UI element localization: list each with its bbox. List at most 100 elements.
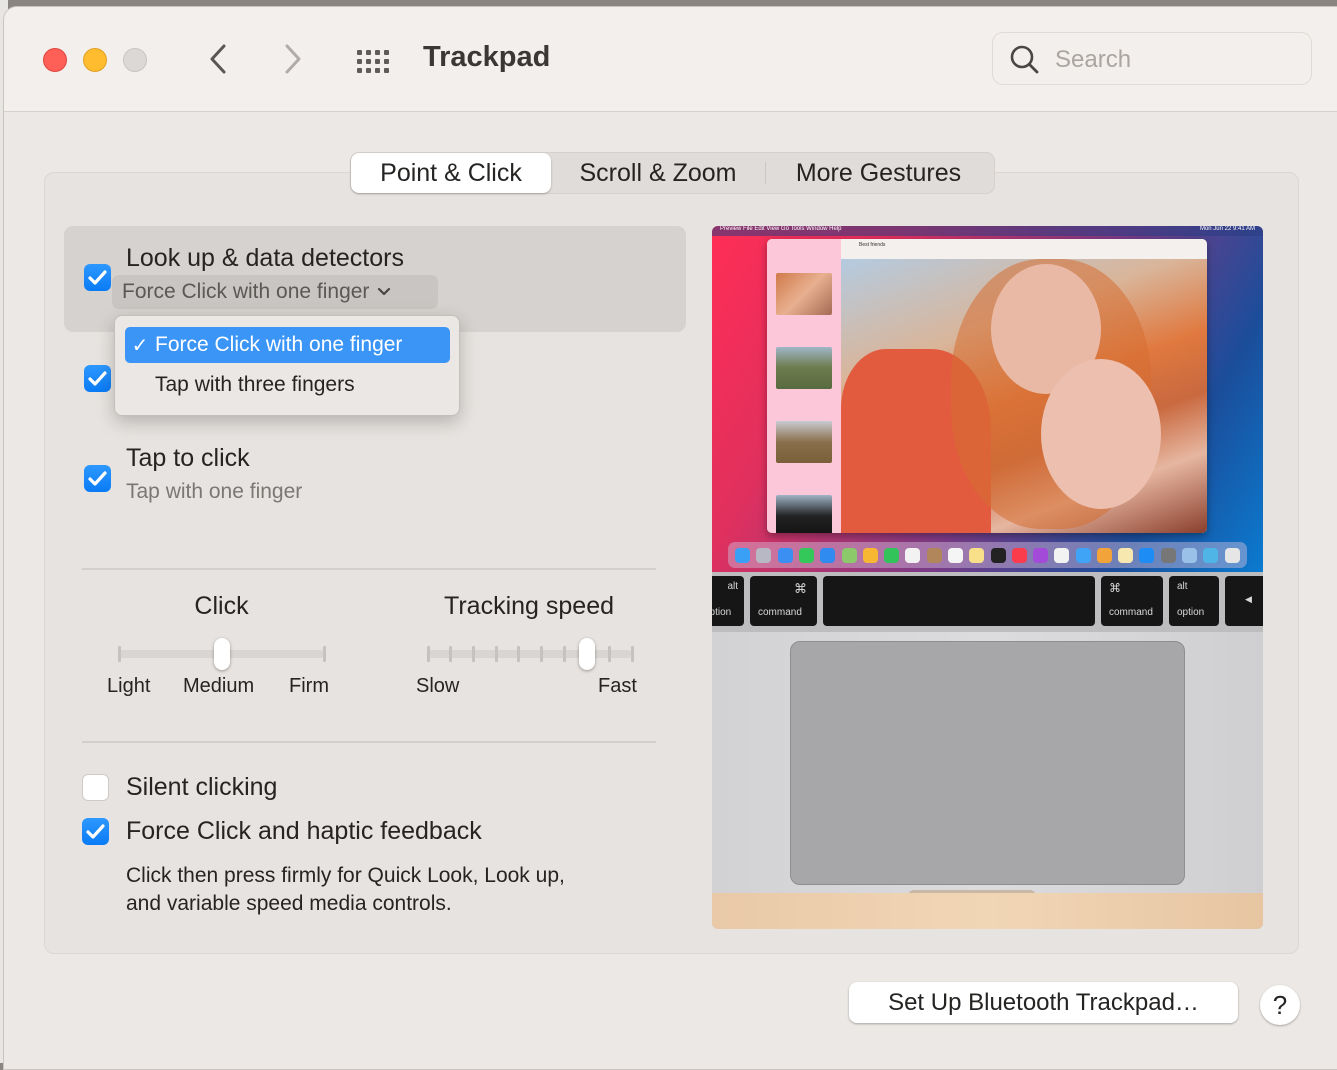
search-input[interactable] [1053, 42, 1297, 78]
preview-menubar: Preview File Edit View Go Tools Window H… [712, 226, 1263, 236]
tracking-label-slow: Slow [416, 675, 460, 697]
setup-bluetooth-trackpad-button[interactable]: Set Up Bluetooth Trackpad… [849, 982, 1238, 1023]
force-click-description: Click then press firmly for Quick Look, … [126, 862, 646, 918]
chevron-left-icon [210, 44, 226, 74]
title-bar: Trackpad [4, 7, 1337, 112]
preview-trackpad [790, 641, 1185, 885]
dock-app-icon [1033, 547, 1049, 563]
secondary-click-checkbox[interactable] [84, 365, 111, 392]
preview-app-window: Best friends [767, 239, 1207, 533]
preview-app-sidebar [767, 239, 841, 533]
slider-tick [562, 646, 566, 662]
tracking-label-fast: Fast [598, 675, 637, 697]
key-label: ◀ [1245, 594, 1252, 604]
tab-more-gestures[interactable]: More Gestures [766, 153, 991, 193]
window-title: Trackpad [423, 41, 551, 73]
description-line: and variable speed media controls. [126, 892, 452, 915]
dock-app-icon [1203, 547, 1219, 563]
key-label: command [758, 607, 802, 618]
thumbnail [776, 421, 832, 463]
menu-item-label: Force Click with one finger [155, 333, 403, 356]
preview-dock [728, 542, 1247, 568]
search-field[interactable] [992, 32, 1312, 85]
tracking-slider-title: Tracking speed [444, 592, 614, 620]
slider-tick [517, 646, 521, 662]
key-option-right: alt option [1169, 576, 1219, 626]
click-slider-title: Click [194, 592, 249, 620]
dock-app-icon [990, 547, 1006, 563]
grid-icon [357, 50, 389, 73]
dock-app-icon [926, 547, 942, 563]
popup-value: Force Click with one finger [122, 280, 370, 303]
description-line: Click then press firmly for Quick Look, … [126, 864, 565, 887]
dock-app-icon [969, 547, 985, 563]
preview-keyboard: alt option ⌘ command ⌘ command alt optio… [712, 572, 1263, 632]
dock-app-icon [1096, 547, 1112, 563]
dock-app-icon [905, 547, 921, 563]
dock-app-icon [798, 547, 814, 563]
dock-app-icon [1075, 547, 1091, 563]
tap-to-click-checkbox[interactable] [84, 465, 111, 492]
lookup-checkbox[interactable] [84, 264, 111, 291]
lookup-gesture-menu: ✓ Force Click with one finger Tap with t… [114, 315, 460, 416]
key-label: alt [1177, 581, 1188, 592]
dock-app-icon [1118, 547, 1134, 563]
dock-app-icon [1054, 547, 1070, 563]
preview-palmrest [712, 632, 1263, 898]
key-space [823, 576, 1095, 626]
slider-tick [322, 646, 326, 662]
dock-app-icon [1224, 547, 1240, 563]
checkmark-icon [86, 823, 105, 839]
force-click-label: Force Click and haptic feedback [126, 817, 482, 845]
preview-table [712, 893, 1263, 929]
click-label-firm: Firm [289, 675, 329, 697]
slider-thumb[interactable] [578, 638, 595, 670]
force-click-checkbox[interactable] [82, 818, 109, 845]
photo-detail [1041, 359, 1161, 509]
key-label: option [1177, 607, 1205, 618]
slider-thumb[interactable] [213, 638, 230, 670]
menu-item-tap-three-fingers[interactable]: Tap with three fingers [125, 367, 450, 403]
dock-app-icon [841, 547, 857, 563]
dock-app-icon [862, 547, 878, 563]
lookup-label: Look up & data detectors [126, 244, 404, 272]
menu-item-force-click[interactable]: ✓ Force Click with one finger [125, 327, 450, 363]
dock-app-icon [1139, 547, 1155, 563]
slider-tick [449, 646, 453, 662]
lookup-gesture-popup[interactable]: Force Click with one finger [112, 275, 438, 309]
minimize-button[interactable] [83, 48, 107, 72]
system-preferences-window: Trackpad Point & Click Scroll & Zoom Mor… [3, 6, 1337, 1070]
chevron-right-icon [285, 44, 301, 74]
menu-item-label: Tap with three fingers [155, 373, 355, 396]
key-label: ⌘ [1109, 581, 1121, 595]
dock-app-icon [777, 547, 793, 563]
dock-app-icon [1160, 547, 1176, 563]
close-button[interactable] [43, 48, 67, 72]
slider-tick [426, 646, 430, 662]
key-option-left: alt option [712, 576, 744, 626]
dock-app-icon [820, 547, 836, 563]
forward-button[interactable] [277, 41, 307, 77]
slider-tick [607, 646, 611, 662]
dock-app-icon [1011, 547, 1027, 563]
tab-scroll-and-zoom[interactable]: Scroll & Zoom [551, 153, 765, 193]
checkmark-icon [88, 269, 107, 285]
dock-app-icon [947, 547, 963, 563]
show-all-button[interactable] [355, 49, 395, 75]
zoom-button[interactable] [123, 48, 147, 72]
key-label: ⌘ [794, 581, 807, 596]
silent-clicking-checkbox[interactable] [82, 774, 109, 801]
tap-to-click-label: Tap to click [126, 444, 250, 472]
gesture-preview-image: Preview File Edit View Go Tools Window H… [712, 226, 1263, 929]
key-label: alt [727, 581, 738, 592]
tab-point-and-click[interactable]: Point & Click [351, 153, 551, 193]
chevron-down-icon [378, 287, 391, 296]
slider-tick [494, 646, 498, 662]
slider-tick [471, 646, 475, 662]
thumbnail [776, 347, 832, 389]
back-button[interactable] [204, 41, 234, 77]
click-label-light: Light [107, 675, 151, 697]
help-button[interactable]: ? [1260, 985, 1300, 1025]
slider-track[interactable] [428, 650, 632, 658]
key-label: command [1109, 607, 1153, 618]
